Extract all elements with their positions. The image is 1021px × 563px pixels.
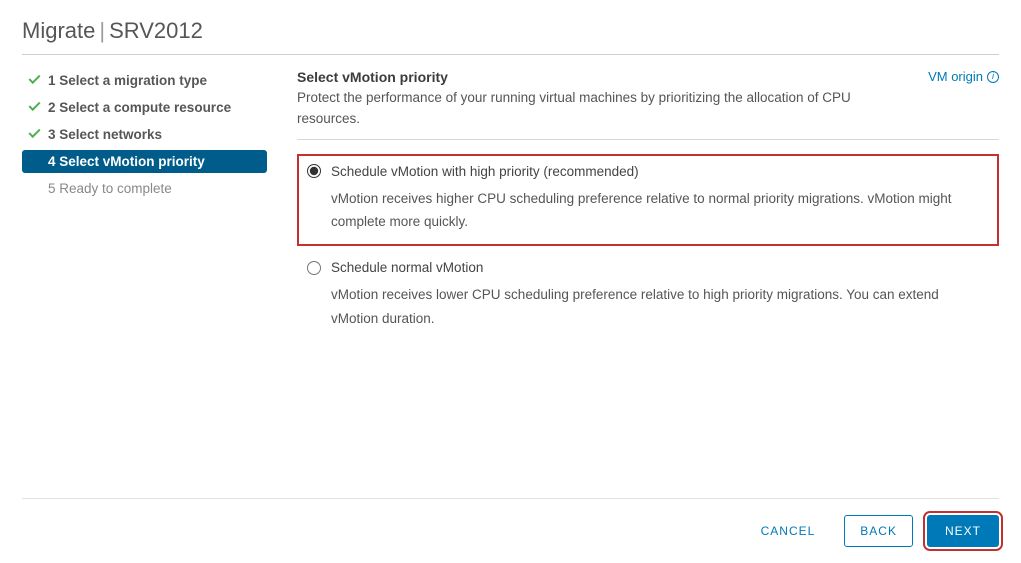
- step-vmotion-priority[interactable]: 4 Select vMotion priority: [22, 150, 267, 173]
- step-label: 5 Ready to complete: [48, 181, 172, 196]
- step-label: 2 Select a compute resource: [48, 100, 231, 115]
- radio-high-priority[interactable]: [307, 164, 321, 178]
- radio-normal-priority[interactable]: [307, 261, 321, 275]
- step-ready-to-complete: 5 Ready to complete: [22, 177, 267, 200]
- title-divider: |: [95, 18, 109, 43]
- option-label: Schedule vMotion with high priority (rec…: [331, 164, 639, 179]
- wizard-name: Migrate: [22, 18, 95, 43]
- wizard-target: SRV2012: [109, 18, 203, 43]
- vm-origin-link[interactable]: VM origin i: [928, 69, 999, 84]
- step-label: 1 Select a migration type: [48, 73, 207, 88]
- vm-origin-text: VM origin: [928, 69, 983, 84]
- back-button[interactable]: BACK: [844, 515, 913, 547]
- page-subtitle: Protect the performance of your running …: [297, 88, 898, 130]
- step-select-networks[interactable]: 3 Select networks: [22, 123, 267, 146]
- step-label: 3 Select networks: [48, 127, 162, 142]
- wizard-sidebar: 1 Select a migration type 2 Select a com…: [22, 69, 267, 498]
- wizard-main: Select vMotion priority Protect the perf…: [267, 69, 999, 498]
- step-compute-resource[interactable]: 2 Select a compute resource: [22, 96, 267, 119]
- option-description: vMotion receives lower CPU scheduling pr…: [331, 283, 989, 330]
- wizard-footer: CANCEL BACK NEXT: [22, 498, 999, 563]
- step-label: 4 Select vMotion priority: [48, 154, 205, 169]
- page-title: Select vMotion priority: [297, 69, 898, 85]
- option-normal-priority[interactable]: Schedule normal vMotion vMotion receives…: [297, 250, 999, 342]
- option-description: vMotion receives higher CPU scheduling p…: [331, 187, 989, 234]
- next-button[interactable]: NEXT: [927, 515, 999, 547]
- option-high-priority[interactable]: Schedule vMotion with high priority (rec…: [297, 154, 999, 246]
- step-migration-type[interactable]: 1 Select a migration type: [22, 69, 267, 92]
- wizard-header: Migrate|SRV2012: [22, 18, 999, 55]
- info-icon: i: [987, 71, 999, 83]
- cancel-button[interactable]: CANCEL: [746, 516, 831, 546]
- option-label: Schedule normal vMotion: [331, 260, 483, 275]
